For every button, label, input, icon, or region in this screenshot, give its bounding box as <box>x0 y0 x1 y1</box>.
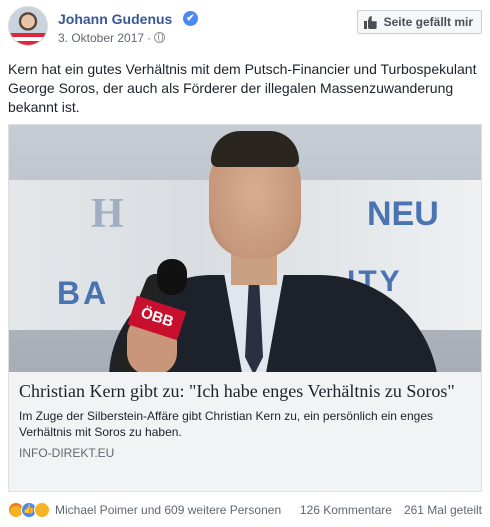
like-page-label: Seite gefällt mir <box>383 15 473 29</box>
reactors-link[interactable]: Michael Poimer und 609 weitere Personen <box>55 503 281 517</box>
person-hair <box>211 131 299 167</box>
shares-count-link[interactable]: 261 Mal geteilt <box>404 503 482 517</box>
link-domain: INFO-DIREKT.EU <box>19 446 115 460</box>
shared-link-card[interactable]: H NEU BA ITY ÖBB Christian Kern gibt zu:… <box>8 124 482 492</box>
post-text: Kern hat ein gutes Verhältnis mit dem Pu… <box>8 61 477 115</box>
post-header: Johann Gudenus ✔ 3. Oktober 2017 · Seite … <box>8 4 482 52</box>
link-description: Im Zuge der Silberstein-Affäre gibt Chri… <box>19 409 433 439</box>
banner-letter: H <box>91 191 124 237</box>
thumbs-up-icon <box>363 15 378 29</box>
engagement-counts: 126 Kommentare 261 Mal geteilt <box>300 503 482 517</box>
globe-icon[interactable] <box>154 32 166 43</box>
post-date[interactable]: 3. Oktober 2017 <box>58 31 144 45</box>
banner-neu: NEU <box>367 195 439 233</box>
flag-badge <box>9 33 47 45</box>
page-avatar[interactable] <box>8 6 48 46</box>
page-name-link[interactable]: Johann Gudenus <box>58 11 172 27</box>
microphone-head <box>157 259 187 295</box>
comments-count-link[interactable]: 126 Kommentare <box>300 503 392 517</box>
link-text-area[interactable]: Christian Kern gibt zu: "Ich habe enges … <box>9 372 481 491</box>
haha-reaction-icon <box>34 502 50 518</box>
link-title[interactable]: Christian Kern gibt zu: "Ich habe enges … <box>19 380 471 402</box>
banner-ba: BA <box>57 275 110 311</box>
reaction-icons[interactable]: 👍 <box>8 502 50 518</box>
like-page-button[interactable]: Seite gefällt mir <box>356 10 482 34</box>
verified-badge-icon: ✔ <box>183 11 198 26</box>
link-preview-image[interactable]: H NEU BA ITY ÖBB <box>9 125 481 372</box>
post-meta: 3. Oktober 2017 · <box>58 31 166 45</box>
meta-separator: · <box>147 31 152 45</box>
post-footer: 👍 Michael Poimer und 609 weitere Persone… <box>8 500 482 520</box>
